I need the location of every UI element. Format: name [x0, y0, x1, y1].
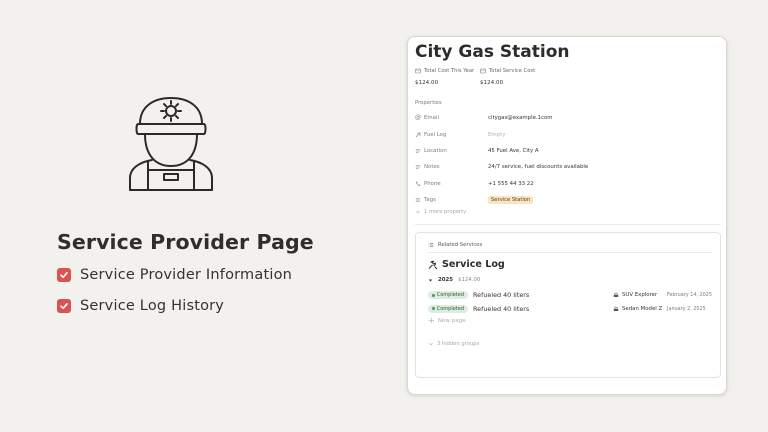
service-log-entry[interactable]: Completed Refueled 40 liters SUV Explore…: [428, 288, 712, 302]
status-badge[interactable]: Completed: [428, 291, 468, 300]
new-page-label: New page: [437, 318, 466, 325]
text-icon: [415, 149, 421, 153]
property-value[interactable]: Empty: [488, 132, 505, 138]
entry-date: January 2, 2025: [667, 305, 706, 312]
property-notes[interactable]: Notes 24/7 service, fuel discounts avail…: [415, 159, 721, 175]
mechanic-icon: [129, 97, 213, 191]
status-label: Completed: [436, 305, 464, 312]
vehicle-name: Sedan Model Z: [622, 305, 663, 312]
checkbox-icon: [57, 268, 71, 282]
property-value[interactable]: 45 Fuel Ave, City A: [488, 148, 539, 154]
entry-title[interactable]: Refueled 40 liters: [473, 291, 613, 299]
list-icon: [415, 198, 421, 202]
triangle-down-icon: [428, 279, 433, 282]
status-dot-icon: [432, 307, 435, 311]
new-page-button[interactable]: + New page: [428, 316, 712, 326]
list-icon: [428, 243, 434, 248]
tag-badge[interactable]: Service Station: [488, 196, 534, 205]
service-log-icon: [428, 260, 438, 270]
notion-page-card: City Gas Station Total Cost This Year $1…: [407, 36, 727, 395]
service-log-entry[interactable]: Completed Refueled 40 liters Sedan Model…: [428, 302, 712, 316]
stats-row: Total Cost This Year $124.00 Total Servi…: [415, 68, 721, 86]
property-email[interactable]: @ Email citygas@example.1com: [415, 110, 721, 126]
properties-heading: Properties: [415, 100, 442, 106]
vehicle-link[interactable]: SUV Explorer: [613, 292, 665, 298]
property-location[interactable]: Location 45 Fuel Ave, City A: [415, 143, 721, 159]
property-label: Tags: [424, 197, 436, 204]
status-badge[interactable]: Completed: [428, 304, 468, 313]
more-property-label: 1 more property: [424, 209, 467, 216]
stat-label: Total Cost This Year: [424, 68, 475, 74]
hidden-groups-label: 3 hidden groups: [437, 341, 480, 348]
property-phone[interactable]: Phone +1 555 44 33 22: [415, 176, 721, 192]
status-dot-icon: [432, 293, 435, 297]
chevron-down-icon: [416, 211, 420, 214]
at-icon: @: [415, 114, 421, 122]
divider: [415, 224, 721, 226]
property-tags[interactable]: Tags Service Station: [415, 192, 721, 208]
vehicle-name: SUV Explorer: [621, 292, 658, 299]
feature-label: Service Provider Information: [80, 267, 293, 283]
stat-value: $124.00: [480, 80, 504, 86]
feature-label: Service Log History: [80, 298, 225, 314]
properties-list: @ Email citygas@example.1com Fuel Log Em…: [415, 110, 721, 208]
related-services-block: Related Services Service Log 2025 $124.0…: [415, 232, 721, 379]
formula-icon: [480, 68, 486, 74]
page-title[interactable]: City Gas Station: [415, 42, 721, 62]
property-label: Email: [424, 115, 439, 122]
entry-date: February 14, 2025: [666, 292, 712, 299]
property-label: Fuel Log: [424, 131, 447, 138]
stat-value: $124.00: [415, 80, 439, 86]
stat-total-service-cost[interactable]: Total Service Cost $124.00: [480, 68, 545, 86]
stat-label: Total Service Cost: [489, 68, 536, 74]
property-label: Notes: [424, 164, 440, 171]
text-icon: [415, 165, 421, 170]
car-icon: [613, 292, 619, 298]
formula-icon: [415, 68, 421, 74]
property-value[interactable]: citygas@example.1com: [488, 115, 553, 121]
feature-item: Service Provider Information: [57, 267, 292, 283]
service-log-list: Completed Refueled 40 liters SUV Explore…: [428, 288, 712, 315]
property-value[interactable]: +1 555 44 33 22: [488, 181, 534, 187]
group-header-2025[interactable]: 2025 $124.00: [428, 277, 712, 283]
chevron-down-icon: [429, 343, 433, 346]
service-log-title[interactable]: Service Log: [442, 259, 505, 270]
divider: [428, 252, 712, 254]
checkbox-icon: [57, 299, 71, 313]
entry-title[interactable]: Refueled 40 liters: [473, 305, 613, 313]
hidden-groups-toggle[interactable]: 3 hidden groups: [428, 341, 712, 347]
property-label: Location: [424, 147, 447, 154]
stat-total-cost-year[interactable]: Total Cost This Year $124.00: [415, 68, 480, 86]
property-value[interactable]: 24/7 service, fuel discounts available: [488, 164, 588, 170]
related-header-label[interactable]: Related Services: [438, 242, 482, 248]
vehicle-link[interactable]: Sedan Model Z: [613, 306, 665, 312]
phone-icon: [416, 181, 421, 186]
car-icon: [613, 306, 619, 311]
property-fuel-log[interactable]: Fuel Log Empty: [415, 126, 721, 142]
group-sum: $124.00: [458, 277, 481, 284]
promo-headline: Service Provider Page: [57, 230, 314, 254]
more-property-toggle[interactable]: 1 more property: [415, 209, 721, 215]
feature-item: Service Log History: [57, 298, 224, 314]
plus-icon: +: [428, 316, 435, 326]
arrow-up-right-icon: [415, 132, 421, 137]
group-name: 2025: [438, 277, 454, 284]
status-label: Completed: [436, 292, 464, 299]
property-label: Phone: [424, 180, 441, 187]
